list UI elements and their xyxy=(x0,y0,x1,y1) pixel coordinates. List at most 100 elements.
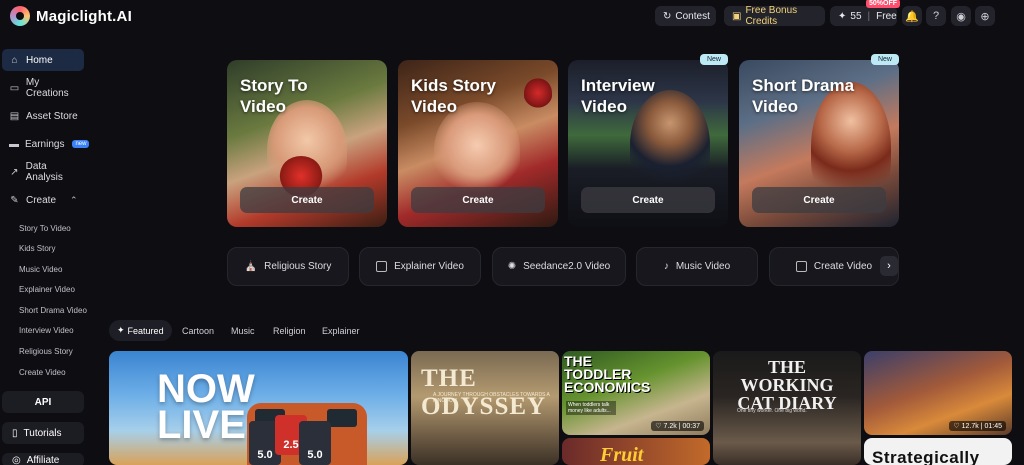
book-icon: ▯ xyxy=(12,427,18,439)
create-sub-create-video[interactable]: Create Video xyxy=(19,368,66,377)
category-label: Create Video xyxy=(813,261,873,272)
sidebar-item-label: Data Analysis xyxy=(25,161,63,183)
create-button[interactable]: Create xyxy=(752,187,886,213)
category-seedance-video[interactable]: ✺ Seedance2.0 Video xyxy=(492,247,626,286)
app-name: Magiclight.AI xyxy=(36,7,132,25)
top-bar: Magiclight.AI ↻ Contest ▣ Free Bonus Cre… xyxy=(0,0,1024,32)
create-button[interactable]: Create xyxy=(411,187,545,213)
hero-title-line: Story To xyxy=(240,76,308,95)
create-sub-story-to-video[interactable]: Story To Video xyxy=(19,224,71,233)
hero-title-line: Video xyxy=(240,97,286,116)
create-sub-explainer-video[interactable]: Explainer Video xyxy=(19,285,75,294)
category-label: Music Video xyxy=(675,261,731,272)
hero-card-short-drama-video[interactable]: New Short Drama Video Create xyxy=(739,54,899,227)
hero-card-interview-video[interactable]: New Interview Video Create xyxy=(568,54,728,227)
discount-badge: 50%OFF xyxy=(866,0,901,8)
hero-card-kids-story-video[interactable]: Kids Story Video Create xyxy=(398,60,558,227)
card-caption: When toddlers talk money like adults... xyxy=(566,401,616,415)
create-sub-religious-story[interactable]: Religious Story xyxy=(19,347,73,356)
contest-button[interactable]: ↻ Contest xyxy=(655,6,716,26)
new-badge: new xyxy=(72,140,90,148)
create-icon: ✎ xyxy=(10,194,19,206)
help-icon[interactable]: ? xyxy=(926,6,946,26)
divider: | xyxy=(867,10,871,22)
category-label: Seedance2.0 Video xyxy=(523,261,611,272)
tab-religion[interactable]: Religion xyxy=(273,320,306,341)
sidebar-item-label: Create xyxy=(26,194,57,206)
category-label: Religious Story xyxy=(264,261,332,272)
image-icon xyxy=(795,261,807,272)
hero-title-line: Video xyxy=(411,97,457,116)
create-sub-kids-story[interactable]: Kids Story xyxy=(19,244,55,253)
sparkle-icon: ✦ xyxy=(117,325,125,335)
category-explainer-video[interactable]: Explainer Video xyxy=(359,247,481,286)
sidebar-item-home[interactable]: ⌂ Home xyxy=(2,49,84,71)
tab-music[interactable]: Music xyxy=(231,320,255,341)
heart-icon: ♡ xyxy=(953,423,960,430)
duration: 00:37 xyxy=(682,423,700,430)
free-bonus-credits-button[interactable]: ▣ Free Bonus Credits xyxy=(724,5,825,27)
hero-title: Interview Video xyxy=(581,75,655,117)
affiliate-button[interactable]: ◎ Affiliate xyxy=(2,453,84,465)
card-subtitle: A JOURNEY THROUGH OBSTACLES TOWARDS A KI… xyxy=(433,392,550,404)
gallery-card-odyssey[interactable]: THE ODYSSEY A JOURNEY THROUGH OBSTACLES … xyxy=(411,351,559,465)
gallery-card-toddler-economics[interactable]: THE TODDLER ECONOMICS When toddlers talk… xyxy=(562,351,710,435)
new-badge: New xyxy=(699,54,728,65)
category-label: Explainer Video xyxy=(394,261,464,272)
hero-card-story-to-video[interactable]: Story To Video Create xyxy=(227,60,387,227)
sidebar-item-asset-store[interactable]: ▤ Asset Store xyxy=(2,105,84,127)
globe-icon[interactable]: ⊕ xyxy=(975,6,995,26)
tab-featured[interactable]: ✦ Featured xyxy=(109,320,172,341)
gallery-card-now-live[interactable]: NOW LIVE 5.0 2.5 5.0 xyxy=(109,351,408,465)
document-icon xyxy=(376,261,388,272)
hero-title-line: Short Drama xyxy=(752,76,855,95)
sidebar-item-my-creations[interactable]: ▭ My Creations xyxy=(2,77,84,99)
create-sub-short-drama-video[interactable]: Short Drama Video xyxy=(19,306,87,315)
logo[interactable]: Magiclight.AI xyxy=(10,6,132,26)
api-label: API xyxy=(34,396,52,408)
logo-icon xyxy=(10,6,30,26)
tab-explainer[interactable]: Explainer xyxy=(322,320,360,341)
create-sub-interview-video[interactable]: Interview Video xyxy=(19,326,74,335)
folder-icon: ▭ xyxy=(9,82,20,94)
discord-icon[interactable]: ◉ xyxy=(951,6,971,26)
create-button[interactable]: Create xyxy=(240,187,374,213)
sidebar-item-label: Asset Store xyxy=(26,110,78,122)
gallery-card-fruit[interactable]: Fruit xyxy=(562,438,710,465)
version-badge: 5.0 xyxy=(299,421,331,465)
category-religious-story[interactable]: ⛪ Religious Story xyxy=(227,247,349,286)
duration: 01:45 xyxy=(984,423,1002,430)
sidebar-item-data-analysis[interactable]: ↗ Data Analysis xyxy=(2,161,84,183)
card-title-line: NOW xyxy=(157,367,255,411)
create-button[interactable]: Create xyxy=(581,187,715,213)
card-title-line: ECONOMICS xyxy=(564,379,651,395)
contest-label: Contest xyxy=(675,10,710,22)
store-icon: ▤ xyxy=(9,110,20,122)
api-button[interactable]: API xyxy=(2,391,84,413)
contest-icon: ↻ xyxy=(663,10,672,22)
category-music-video[interactable]: ♪ Music Video xyxy=(636,247,758,286)
sidebar-item-earnings[interactable]: ▬ Earnings new xyxy=(2,133,90,155)
sidebar-item-create[interactable]: ✎ Create ⌃ xyxy=(2,189,84,211)
card-stats: ♡ 12.7k | 01:45 xyxy=(949,421,1006,431)
home-icon: ⌂ xyxy=(11,54,18,66)
bell-icon[interactable]: 🔔 xyxy=(902,6,922,26)
gallery-card-fruit-characters[interactable]: ♡ 12.7k | 01:45 xyxy=(864,351,1012,435)
chevron-right-icon[interactable]: › xyxy=(880,256,898,276)
wallet-icon: ▬ xyxy=(9,138,19,150)
tab-label: Featured xyxy=(127,325,164,336)
gallery-card-working-cat-diary[interactable]: THE WORKING CAT DIARY One tiny worker. O… xyxy=(713,351,861,465)
hero-title-line: Video xyxy=(581,97,627,116)
sidebar-item-label: Earnings xyxy=(25,138,65,150)
credits-button[interactable]: ✦ 55 | Free xyxy=(830,6,897,26)
tutorials-button[interactable]: ▯ Tutorials xyxy=(2,422,84,444)
create-sub-music-video[interactable]: Music Video xyxy=(19,265,62,274)
tab-cartoon[interactable]: Cartoon xyxy=(182,320,214,341)
church-icon: ⛪ xyxy=(244,261,258,272)
hero-title: Story To Video xyxy=(240,75,308,117)
gallery-card-strategically[interactable]: Strategically xyxy=(864,438,1012,465)
affiliate-label: Affiliate xyxy=(26,454,60,465)
credits-count: 55 xyxy=(850,10,862,22)
van-window xyxy=(327,409,357,427)
sparkle-icon: ✦ xyxy=(838,10,847,22)
